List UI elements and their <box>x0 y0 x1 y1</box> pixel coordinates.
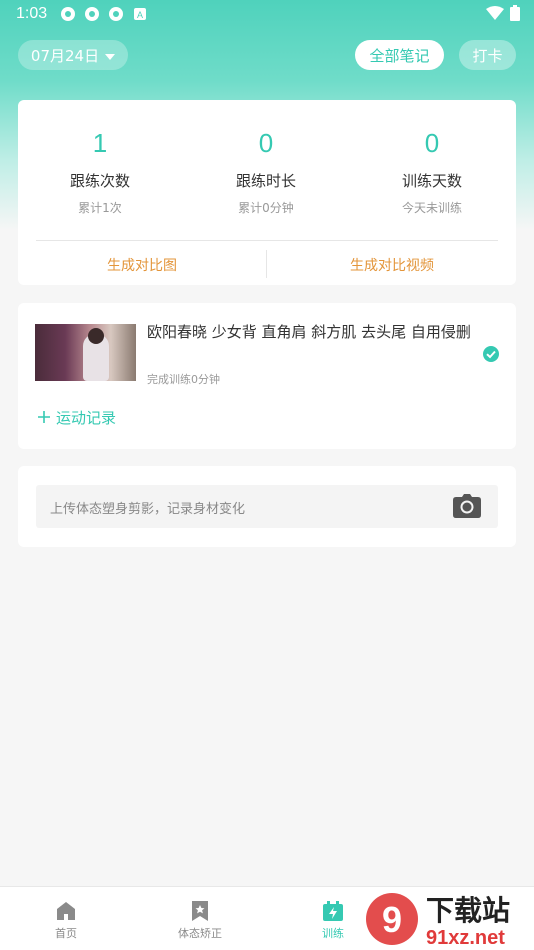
stat-value: 0 <box>424 128 440 158</box>
svg-text:9: 9 <box>382 899 402 940</box>
tab-label: 首页 <box>55 927 77 940</box>
stat-value: 0 <box>258 128 274 158</box>
stat-label: 跟练次数 <box>69 172 130 190</box>
upload-silhouette-field[interactable]: 上传体态塑身剪影，记录身材变化 <box>36 485 498 528</box>
bookmark-icon <box>192 901 208 921</box>
stat-training-days: 0 训练天数 今天未训练 <box>352 128 512 216</box>
date-label: 07月24日 <box>30 46 100 65</box>
tab-label: 训练 <box>322 927 344 940</box>
video-title[interactable]: 欧阳春晓 少女背 直角肩 斜方肌 去头尾 自用侵删 <box>147 321 472 344</box>
training-icon <box>323 901 343 921</box>
add-record-label: 运动记录 <box>56 409 117 427</box>
camera-icon[interactable] <box>453 494 481 518</box>
watermark-title: 下载站 <box>426 894 510 927</box>
divider <box>266 250 267 278</box>
thumbnail-figure-head <box>88 328 104 344</box>
stat-follow-duration: 0 跟练时长 累计0分钟 <box>186 128 346 216</box>
stat-label: 训练天数 <box>401 172 462 190</box>
watermark-url: 91xz.net <box>426 927 505 949</box>
all-notes-button[interactable]: 全部笔记 <box>355 40 444 70</box>
watermark-logo: 9 下载站 91xz.net <box>360 888 534 950</box>
home-icon <box>57 902 75 920</box>
tab-home[interactable]: 首页 <box>26 901 106 941</box>
chevron-down-icon <box>105 46 116 64</box>
stat-value: 1 <box>92 128 108 158</box>
font-notification-icon: A <box>132 6 148 22</box>
tab-label: 体态矫正 <box>178 927 222 940</box>
check-circle-icon <box>483 346 499 362</box>
app-notification-icon <box>84 6 100 22</box>
stat-follow-count: 1 跟练次数 累计1次 <box>20 128 180 216</box>
add-exercise-record-button[interactable]: 运动记录 <box>38 407 116 428</box>
training-video-card: 欧阳春晓 少女背 直角肩 斜方肌 去头尾 自用侵删 完成训练0分钟 运动记录 <box>18 303 516 449</box>
app-notification-icon <box>108 6 124 22</box>
stat-sub: 累计0分钟 <box>238 201 294 215</box>
battery-icon <box>510 5 520 25</box>
tab-posture[interactable]: 体态矫正 <box>160 901 240 941</box>
status-bar: 1:03 A <box>0 0 534 28</box>
generate-compare-video-button[interactable]: 生成对比视频 <box>292 255 492 275</box>
stat-label: 跟练时长 <box>235 172 296 190</box>
date-selector[interactable]: 07月24日 <box>18 40 128 70</box>
app-notification-icon <box>60 6 76 22</box>
svg-text:A: A <box>137 10 143 20</box>
plus-icon <box>38 409 50 427</box>
system-status <box>486 5 520 25</box>
video-thumbnail[interactable] <box>35 324 136 381</box>
video-progress: 完成训练0分钟 <box>147 373 220 386</box>
status-time: 1:03 <box>16 5 48 22</box>
wifi-icon <box>486 6 504 24</box>
notification-icons: A <box>60 6 148 22</box>
upload-placeholder: 上传体态塑身剪影，记录身材变化 <box>50 502 246 517</box>
generate-compare-image-button[interactable]: 生成对比图 <box>42 255 242 275</box>
checkin-button[interactable]: 打卡 <box>459 40 516 70</box>
divider <box>36 240 498 241</box>
stat-sub: 累计1次 <box>78 201 122 215</box>
stats-card: 1 跟练次数 累计1次 0 跟练时长 累计0分钟 0 训练天数 今天未训练 生成… <box>18 100 516 285</box>
upload-card: 上传体态塑身剪影，记录身材变化 <box>18 466 516 547</box>
stat-sub: 今天未训练 <box>401 201 462 215</box>
